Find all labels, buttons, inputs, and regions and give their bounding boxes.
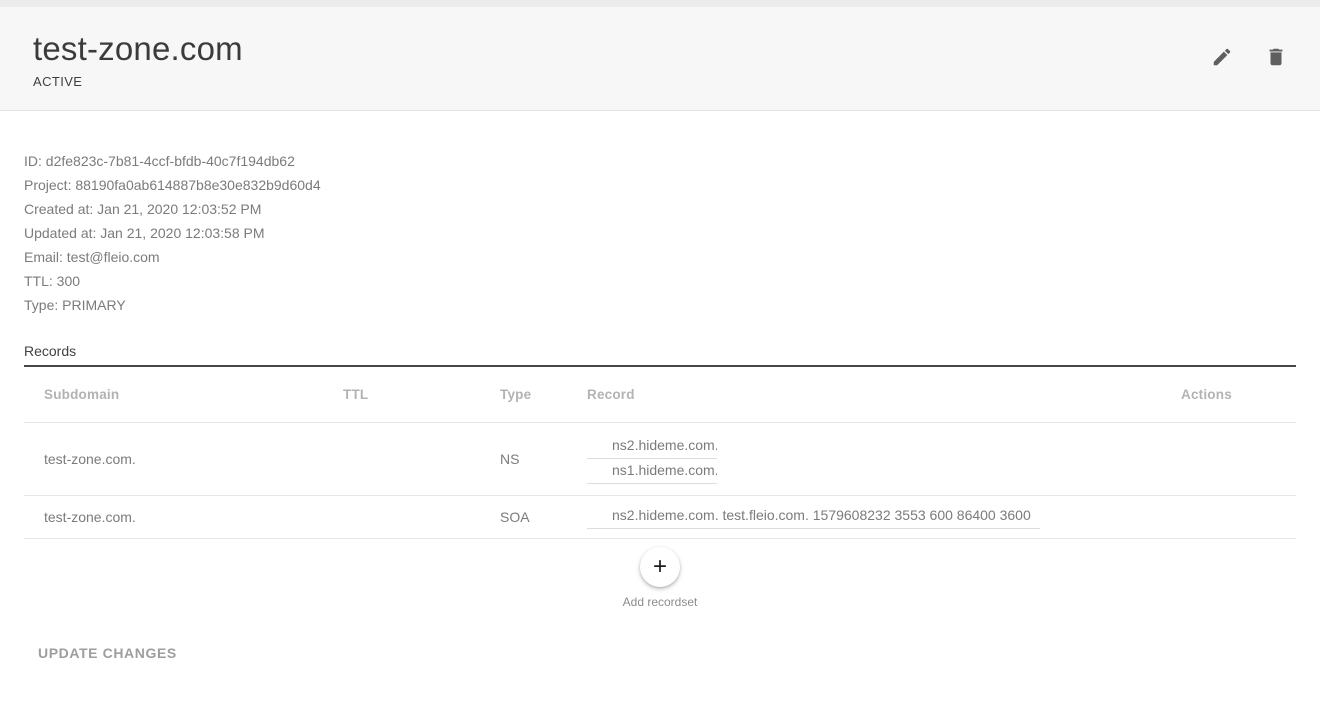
col-header-record: Record <box>587 387 1157 402</box>
zone-ttl: TTL: 300 <box>24 269 1296 293</box>
zone-type: Type: PRIMARY <box>24 293 1296 317</box>
record-value-input[interactable] <box>587 435 717 459</box>
zone-project: Project: 88190fa0ab614887b8e30e832b9d60d… <box>24 173 1296 197</box>
status-badge: ACTIVE <box>33 74 243 89</box>
records-heading: Records <box>24 343 1296 359</box>
col-header-subdomain: Subdomain <box>24 387 343 402</box>
add-recordset-area: + Add recordset <box>24 539 1296 609</box>
update-changes-button[interactable]: UPDATE CHANGES <box>24 635 191 671</box>
records-table-header: Subdomain TTL Type Record Actions <box>24 367 1296 423</box>
col-header-actions: Actions <box>1157 387 1299 402</box>
record-values <box>587 435 1157 484</box>
zone-detail-page: ID: d2fe823c-7b81-4ccf-bfdb-40c7f194db62… <box>0 111 1320 671</box>
trash-icon <box>1265 46 1287 71</box>
page-title: test-zone.com <box>33 30 243 68</box>
delete-zone-button[interactable] <box>1264 47 1288 71</box>
zone-updated-at: Updated at: Jan 21, 2020 12:03:58 PM <box>24 221 1296 245</box>
zone-header: test-zone.com ACTIVE <box>0 7 1320 111</box>
pencil-icon <box>1211 46 1233 71</box>
edit-zone-button[interactable] <box>1210 47 1234 71</box>
header-actions <box>1210 47 1288 71</box>
record-value-input[interactable] <box>587 505 1040 529</box>
add-recordset-label: Add recordset <box>623 595 698 609</box>
row-type: NS <box>500 451 587 467</box>
zone-id: ID: d2fe823c-7b81-4ccf-bfdb-40c7f194db62 <box>24 149 1296 173</box>
top-strip <box>0 0 1320 7</box>
table-row-ns: test-zone.com. NS <box>24 423 1296 496</box>
records-section: Records Subdomain TTL Type Record Action… <box>24 343 1296 609</box>
zone-details: ID: d2fe823c-7b81-4ccf-bfdb-40c7f194db62… <box>24 111 1296 317</box>
col-header-ttl: TTL <box>343 387 500 402</box>
record-value-input[interactable] <box>587 460 717 484</box>
add-recordset-button[interactable]: + <box>640 547 680 587</box>
records-table: Subdomain TTL Type Record Actions test-z… <box>24 367 1296 539</box>
zone-email: Email: test@fleio.com <box>24 245 1296 269</box>
row-subdomain: test-zone.com. <box>24 451 343 467</box>
plus-icon: + <box>653 555 667 579</box>
col-header-type: Type <box>500 387 587 402</box>
table-row-soa: test-zone.com. SOA <box>24 496 1296 539</box>
row-subdomain: test-zone.com. <box>24 509 343 525</box>
row-type: SOA <box>500 509 587 525</box>
zone-created-at: Created at: Jan 21, 2020 12:03:52 PM <box>24 197 1296 221</box>
